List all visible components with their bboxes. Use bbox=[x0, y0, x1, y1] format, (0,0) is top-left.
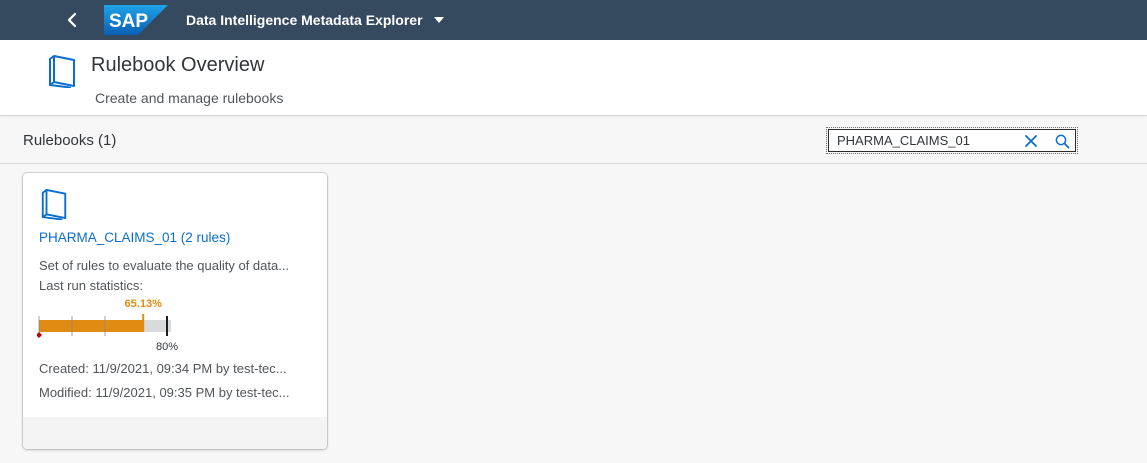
shell-bar: SAP Data Intelligence Metadata Explorer bbox=[0, 0, 1147, 40]
baseline-marker bbox=[37, 332, 42, 338]
quality-bullet-chart: 65.13% 80% bbox=[37, 298, 178, 353]
chevron-left-icon bbox=[67, 12, 77, 28]
bullet-score-bar bbox=[39, 320, 144, 332]
rulebooks-count: Rulebooks (1) bbox=[23, 132, 117, 149]
rulebook-card[interactable]: PHARMA_CLAIMS_01 (2 rules) Set of rules … bbox=[23, 173, 327, 449]
score-label: 65.13% bbox=[125, 298, 163, 310]
search-icon[interactable] bbox=[1053, 132, 1071, 150]
threshold-label: 80% bbox=[156, 341, 178, 353]
book-icon bbox=[46, 54, 78, 93]
modified-info: Modified: 11/9/2021, 09:35 PM by test-te… bbox=[39, 385, 290, 400]
page-subtitle: Create and manage rulebooks bbox=[95, 90, 284, 106]
rulebook-description: Set of rules to evaluate the quality of … bbox=[39, 258, 290, 273]
close-icon[interactable] bbox=[1022, 132, 1040, 150]
card-footer bbox=[23, 417, 327, 449]
app-title-text: Data Intelligence Metadata Explorer bbox=[186, 12, 423, 28]
search-field[interactable] bbox=[826, 127, 1078, 154]
page-title: Rulebook Overview bbox=[91, 54, 265, 76]
svg-text:SAP: SAP bbox=[109, 11, 148, 32]
sap-logo[interactable]: SAP bbox=[104, 5, 168, 35]
app-title-menu[interactable]: Data Intelligence Metadata Explorer bbox=[186, 12, 445, 28]
last-run-stats-label: Last run statistics: bbox=[39, 278, 144, 293]
rulebook-title-link[interactable]: PHARMA_CLAIMS_01 (2 rules) bbox=[39, 230, 230, 245]
list-toolbar: Rulebooks (1) bbox=[0, 118, 1147, 164]
back-button[interactable] bbox=[54, 2, 90, 38]
search-input[interactable] bbox=[829, 130, 1009, 151]
page-header: Rulebook Overview Create and manage rule… bbox=[0, 40, 1147, 116]
created-info: Created: 11/9/2021, 09:34 PM by test-tec… bbox=[39, 361, 287, 376]
book-icon bbox=[39, 188, 69, 225]
caret-down-icon bbox=[433, 16, 445, 24]
